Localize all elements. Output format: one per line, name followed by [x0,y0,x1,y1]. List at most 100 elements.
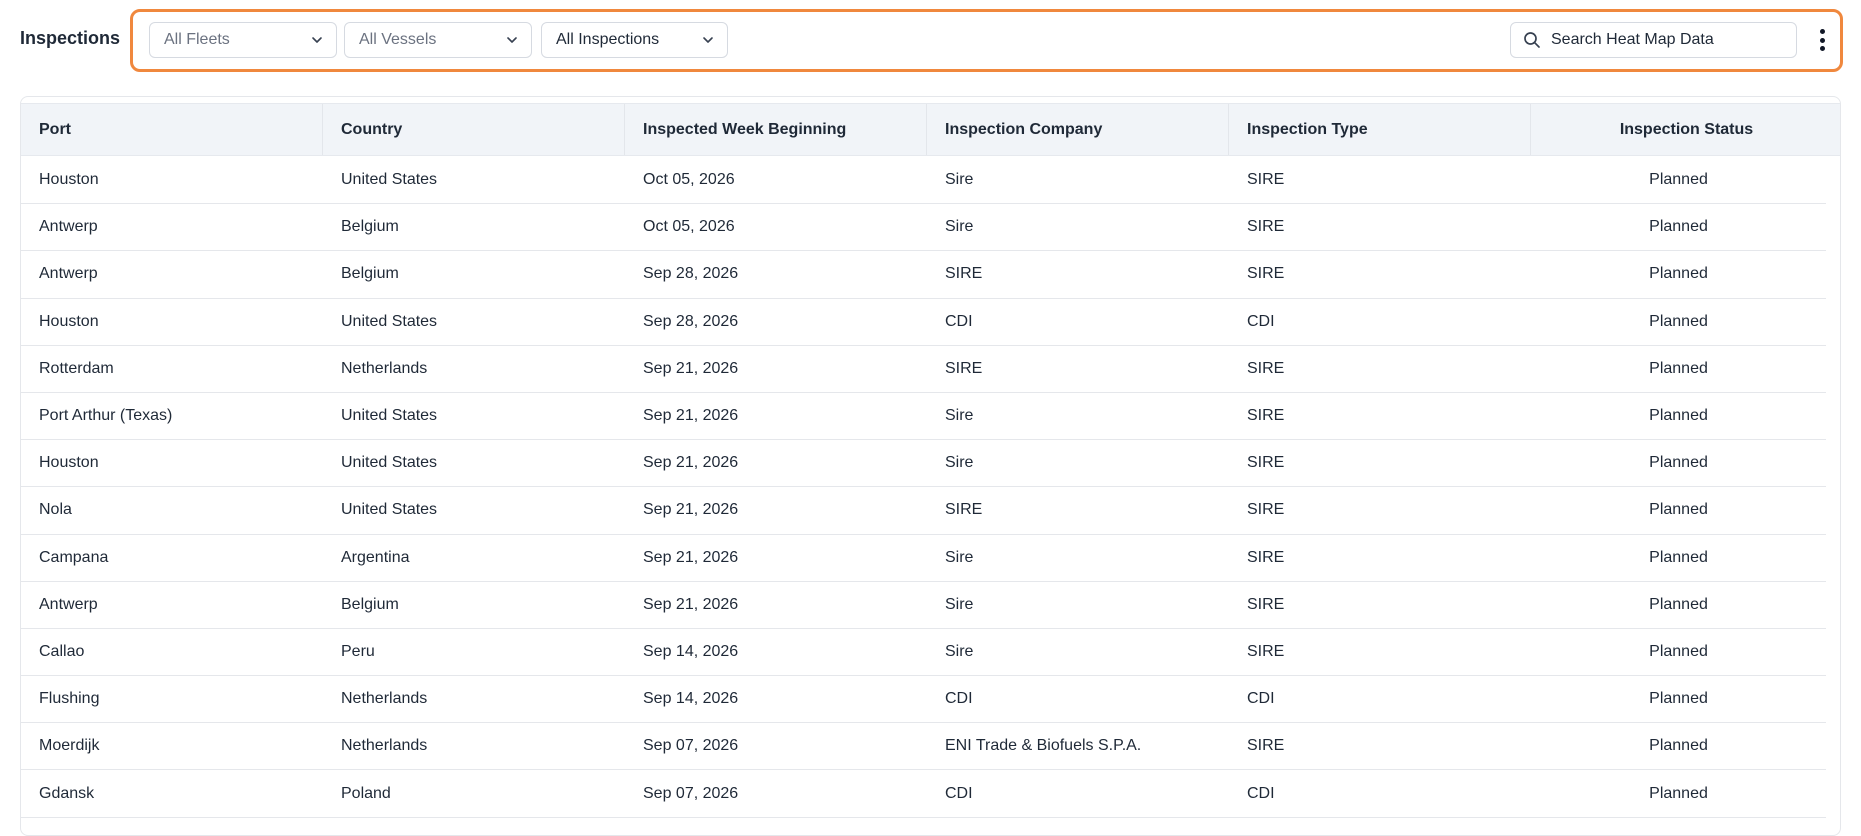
week-cell: Sep 07, 2026 [643,737,739,755]
table-row[interactable]: Antwerp Belgium Oct 05, 2026 Sire SIRE Planne… [21,204,1826,252]
inspections-table: Port Country Inspected Week Beginning In… [20,96,1841,836]
type-cell: CDI [1247,312,1275,330]
chevron-down-icon [312,37,322,43]
vessel-filter-label: All Vessels [359,31,437,48]
country-cell: United States [341,312,438,330]
chevron-down-icon [507,37,517,43]
country-cell: Belgium [341,218,399,236]
type-cell: SIRE [1247,218,1285,236]
type-cell: SIRE [1247,548,1285,566]
table-row[interactable]: Callao Peru Sep 14, 2026 Sire SIRE Planned [21,629,1826,677]
company-cell: Sire [945,642,974,660]
port-cell: Port Arthur (Texas) [39,407,173,425]
table-row[interactable]: Flushing Netherlands Sep 14, 2026 CDI CDI Pla… [21,676,1826,724]
week-cell: Sep 21, 2026 [643,595,739,613]
inspection-filter-dropdown[interactable]: All Inspections [541,22,728,58]
week-cell: Sep 21, 2026 [643,359,739,377]
country-cell: Argentina [341,548,410,566]
table-row[interactable]: Gdansk Poland Sep 07, 2026 CDI CDI Planned [21,770,1826,818]
search-input[interactable] [1551,31,1784,49]
week-cell: Sep 21, 2026 [643,454,739,472]
week-cell: Sep 14, 2026 [643,642,739,660]
status-cell: Planned [1649,642,1708,660]
week-cell: Sep 21, 2026 [643,407,739,425]
page-title: Inspections [20,28,121,48]
fleet-filter-dropdown[interactable]: All Fleets [149,22,337,58]
search-box[interactable] [1510,22,1797,58]
company-cell: Sire [945,454,974,472]
table-row[interactable]: Houston United States Sep 28, 2026 CDI CDI Pl… [21,299,1826,346]
chevron-down-icon [703,37,713,43]
country-cell: Peru [341,642,375,660]
column-header-company[interactable]: Inspection Company [927,104,1229,155]
type-cell: SIRE [1247,265,1285,283]
vessel-filter-dropdown[interactable]: All Vessels [344,22,532,58]
table-row[interactable]: Houston United States Sep 21, 2026 Sire SIRE… [21,440,1826,488]
type-cell: SIRE [1247,642,1285,660]
port-cell: Houston [39,454,99,472]
port-cell: Flushing [39,690,100,708]
company-cell: SIRE [945,359,983,377]
type-cell: SIRE [1247,171,1285,189]
company-cell: Sire [945,548,974,566]
status-cell: Planned [1649,784,1708,802]
type-cell: SIRE [1247,501,1285,519]
column-header-country[interactable]: Country [323,104,625,155]
column-header-week[interactable]: Inspected Week Beginning [625,104,927,155]
table-row[interactable]: Antwerp Belgium Sep 28, 2026 SIRE SIRE Planne… [21,251,1826,299]
port-cell: Gdansk [39,784,95,802]
port-cell: Campana [39,548,109,566]
inspection-filter-label: All Inspections [556,31,660,48]
company-cell: CDI [945,312,973,330]
table-row[interactable]: Rotterdam Netherlands Sep 21, 2026 SIRE SIRE… [21,346,1826,393]
company-cell: Sire [945,171,974,189]
week-cell: Sep 21, 2026 [643,548,739,566]
kebab-dot [1819,46,1825,51]
port-cell: Nola [39,501,72,519]
status-cell: Planned [1649,265,1708,283]
country-cell: Netherlands [341,359,428,377]
company-cell: SIRE [945,501,983,519]
company-cell: Sire [945,218,974,236]
country-cell: United States [341,501,438,519]
type-cell: CDI [1247,784,1275,802]
search-icon [1524,32,1540,48]
country-cell: Belgium [341,265,399,283]
column-header-type[interactable]: Inspection Type [1229,104,1531,155]
table-row[interactable]: Port Arthur (Texas) United States Sep 21, … [21,393,1826,441]
week-cell: Sep 21, 2026 [643,501,739,519]
kebab-menu-icon[interactable] [1810,27,1834,53]
port-cell: Antwerp [39,218,98,236]
table-row[interactable]: Nola United States Sep 21, 2026 SIRE SIRE Pla… [21,487,1826,535]
week-cell: Oct 05, 2026 [643,171,735,189]
kebab-dot [1819,29,1825,34]
type-cell: SIRE [1247,737,1285,755]
column-header-status[interactable]: Inspection Status [1531,104,1840,155]
company-cell: Sire [945,595,974,613]
company-cell: Sire [945,407,974,425]
port-cell: Houston [39,312,99,330]
table-row[interactable]: Antwerp Belgium Sep 21, 2026 Sire SIRE Planne… [21,582,1826,629]
table-row[interactable]: Houston United States Oct 05, 2026 Sire SIRE… [21,157,1826,205]
fleet-filter-label: All Fleets [164,31,230,48]
country-cell: Belgium [341,595,399,613]
kebab-dot [1819,37,1825,43]
status-cell: Planned [1649,501,1708,519]
column-header-port[interactable]: Port [21,104,323,155]
type-cell: SIRE [1247,595,1285,613]
table-row[interactable]: Moerdijk Netherlands Sep 07, 2026 ENI Trade… [21,723,1826,771]
week-cell: Sep 07, 2026 [643,784,739,802]
type-cell: CDI [1247,690,1275,708]
port-cell: Callao [39,642,85,660]
type-cell: SIRE [1247,454,1285,472]
table-row[interactable]: Campana Argentina Sep 21, 2026 Sire SIRE Plan… [21,535,1826,582]
type-cell: SIRE [1247,407,1285,425]
status-cell: Planned [1649,548,1708,566]
country-cell: Netherlands [341,690,428,708]
country-cell: United States [341,407,438,425]
status-cell: Planned [1649,737,1708,755]
port-cell: Houston [39,171,99,189]
status-cell: Planned [1649,312,1708,330]
country-cell: United States [341,454,438,472]
port-cell: Rotterdam [39,359,114,377]
